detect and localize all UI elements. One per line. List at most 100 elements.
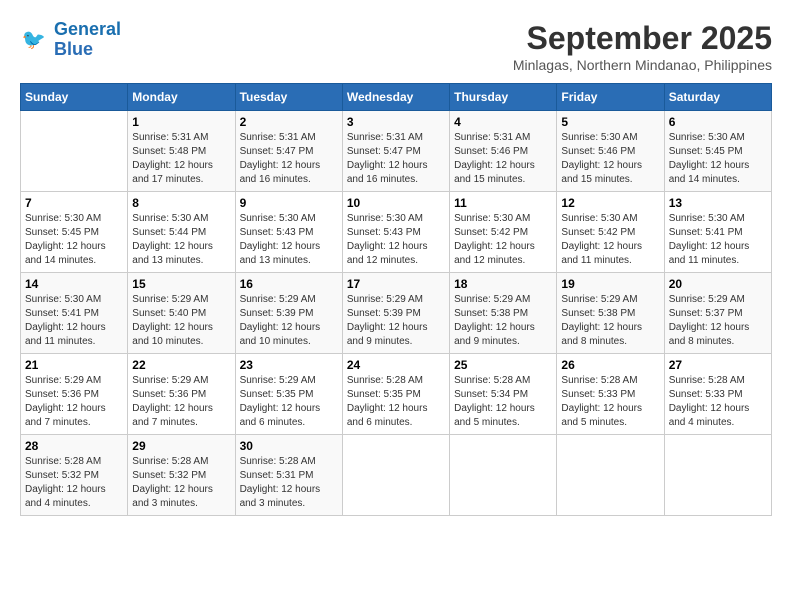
- day-info: Sunrise: 5:31 AM Sunset: 5:47 PM Dayligh…: [240, 131, 338, 187]
- page-header: 🐦 General Blue September 2025 Minlagas, …: [20, 20, 772, 73]
- day-number: 28: [25, 439, 123, 453]
- weekday-header-cell: Tuesday: [235, 84, 342, 111]
- day-info: Sunrise: 5:28 AM Sunset: 5:31 PM Dayligh…: [240, 455, 338, 511]
- calendar-week-row: 7 Sunrise: 5:30 AM Sunset: 5:45 PM Daylig…: [21, 192, 772, 273]
- calendar-day-cell: 24Sunrise: 5:28 AM Sunset: 5:35 PM Dayli…: [342, 354, 449, 435]
- calendar-day-cell: [342, 435, 449, 516]
- weekday-header-cell: Monday: [128, 84, 235, 111]
- calendar-day-cell: 3Sunrise: 5:31 AM Sunset: 5:47 PM Daylig…: [342, 111, 449, 192]
- weekday-header-row: SundayMondayTuesdayWednesdayThursdayFrid…: [21, 84, 772, 111]
- day-info: Sunrise: 5:29 AM Sunset: 5:35 PM Dayligh…: [240, 374, 338, 430]
- day-info: Sunrise: 5:31 AM Sunset: 5:48 PM Dayligh…: [132, 131, 230, 187]
- calendar-day-cell: 22 Sunrise: 5:29 AM Sunset: 5:36 PM Dayli…: [128, 354, 235, 435]
- day-number: 9: [240, 196, 338, 210]
- day-number: 16: [240, 277, 338, 291]
- day-info: Sunrise: 5:30 AM Sunset: 5:44 PM Dayligh…: [132, 212, 230, 268]
- day-number: 19: [561, 277, 659, 291]
- calendar-day-cell: 15 Sunrise: 5:29 AM Sunset: 5:40 PM Dayli…: [128, 273, 235, 354]
- day-info: Sunrise: 5:28 AM Sunset: 5:32 PM Dayligh…: [132, 455, 230, 511]
- day-number: 21: [25, 358, 123, 372]
- day-info: Sunrise: 5:28 AM Sunset: 5:33 PM Dayligh…: [561, 374, 659, 430]
- title-block: September 2025 Minlagas, Northern Mindan…: [513, 20, 772, 73]
- calendar-day-cell: 5 Sunrise: 5:30 AM Sunset: 5:46 PM Daylig…: [557, 111, 664, 192]
- day-number: 2: [240, 115, 338, 129]
- calendar-day-cell: 25 Sunrise: 5:28 AM Sunset: 5:34 PM Dayli…: [450, 354, 557, 435]
- day-info: Sunrise: 5:28 AM Sunset: 5:33 PM Dayligh…: [669, 374, 767, 430]
- day-number: 17: [347, 277, 445, 291]
- day-number: 24: [347, 358, 445, 372]
- calendar-day-cell: [557, 435, 664, 516]
- calendar-day-cell: [664, 435, 771, 516]
- calendar-day-cell: 20 Sunrise: 5:29 AM Sunset: 5:37 PM Dayli…: [664, 273, 771, 354]
- day-number: 23: [240, 358, 338, 372]
- day-info: Sunrise: 5:29 AM Sunset: 5:40 PM Dayligh…: [132, 293, 230, 349]
- day-info: Sunrise: 5:29 AM Sunset: 5:37 PM Dayligh…: [669, 293, 767, 349]
- weekday-header-cell: Friday: [557, 84, 664, 111]
- calendar-day-cell: 17 Sunrise: 5:29 AM Sunset: 5:39 PM Dayli…: [342, 273, 449, 354]
- day-info: Sunrise: 5:29 AM Sunset: 5:36 PM Dayligh…: [25, 374, 123, 430]
- day-number: 29: [132, 439, 230, 453]
- day-info: Sunrise: 5:29 AM Sunset: 5:38 PM Dayligh…: [454, 293, 552, 349]
- day-info: Sunrise: 5:29 AM Sunset: 5:39 PM Dayligh…: [347, 293, 445, 349]
- calendar-day-cell: 13Sunrise: 5:30 AM Sunset: 5:41 PM Dayli…: [664, 192, 771, 273]
- day-info: Sunrise: 5:28 AM Sunset: 5:34 PM Dayligh…: [454, 374, 552, 430]
- calendar-day-cell: 4Sunrise: 5:31 AM Sunset: 5:46 PM Daylig…: [450, 111, 557, 192]
- logo: 🐦 General Blue: [20, 20, 121, 60]
- day-info: Sunrise: 5:31 AM Sunset: 5:47 PM Dayligh…: [347, 131, 445, 187]
- location-subtitle: Minlagas, Northern Mindanao, Philippines: [513, 57, 772, 73]
- calendar-day-cell: 10Sunrise: 5:30 AM Sunset: 5:43 PM Dayli…: [342, 192, 449, 273]
- calendar-day-cell: 18 Sunrise: 5:29 AM Sunset: 5:38 PM Dayli…: [450, 273, 557, 354]
- month-title: September 2025: [513, 20, 772, 57]
- day-info: Sunrise: 5:30 AM Sunset: 5:41 PM Dayligh…: [25, 293, 123, 349]
- svg-text:🐦: 🐦: [22, 29, 46, 51]
- calendar-week-row: 21 Sunrise: 5:29 AM Sunset: 5:36 PM Dayli…: [21, 354, 772, 435]
- day-info: Sunrise: 5:31 AM Sunset: 5:46 PM Dayligh…: [454, 131, 552, 187]
- calendar-day-cell: 23 Sunrise: 5:29 AM Sunset: 5:35 PM Dayli…: [235, 354, 342, 435]
- day-info: Sunrise: 5:29 AM Sunset: 5:38 PM Dayligh…: [561, 293, 659, 349]
- day-number: 1: [132, 115, 230, 129]
- day-info: Sunrise: 5:28 AM Sunset: 5:32 PM Dayligh…: [25, 455, 123, 511]
- calendar-week-row: 28 Sunrise: 5:28 AM Sunset: 5:32 PM Dayli…: [21, 435, 772, 516]
- calendar-day-cell: [450, 435, 557, 516]
- day-info: Sunrise: 5:30 AM Sunset: 5:46 PM Dayligh…: [561, 131, 659, 187]
- day-number: 11: [454, 196, 552, 210]
- day-number: 13: [669, 196, 767, 210]
- calendar-day-cell: 1 Sunrise: 5:31 AM Sunset: 5:48 PM Daylig…: [128, 111, 235, 192]
- calendar-week-row: 1 Sunrise: 5:31 AM Sunset: 5:48 PM Daylig…: [21, 111, 772, 192]
- weekday-header-cell: Saturday: [664, 84, 771, 111]
- day-number: 22: [132, 358, 230, 372]
- day-number: 10: [347, 196, 445, 210]
- calendar-day-cell: 8 Sunrise: 5:30 AM Sunset: 5:44 PM Daylig…: [128, 192, 235, 273]
- day-number: 5: [561, 115, 659, 129]
- day-info: Sunrise: 5:30 AM Sunset: 5:42 PM Dayligh…: [561, 212, 659, 268]
- calendar-body: 1 Sunrise: 5:31 AM Sunset: 5:48 PM Daylig…: [21, 111, 772, 516]
- calendar-day-cell: 7 Sunrise: 5:30 AM Sunset: 5:45 PM Daylig…: [21, 192, 128, 273]
- day-number: 25: [454, 358, 552, 372]
- calendar-day-cell: 16 Sunrise: 5:29 AM Sunset: 5:39 PM Dayli…: [235, 273, 342, 354]
- day-number: 12: [561, 196, 659, 210]
- weekday-header-cell: Sunday: [21, 84, 128, 111]
- day-info: Sunrise: 5:29 AM Sunset: 5:39 PM Dayligh…: [240, 293, 338, 349]
- calendar-day-cell: 2 Sunrise: 5:31 AM Sunset: 5:47 PM Daylig…: [235, 111, 342, 192]
- day-number: 7: [25, 196, 123, 210]
- calendar-day-cell: 30 Sunrise: 5:28 AM Sunset: 5:31 PM Dayli…: [235, 435, 342, 516]
- day-number: 18: [454, 277, 552, 291]
- calendar-day-cell: [21, 111, 128, 192]
- day-number: 8: [132, 196, 230, 210]
- day-number: 30: [240, 439, 338, 453]
- weekday-header-cell: Wednesday: [342, 84, 449, 111]
- day-info: Sunrise: 5:30 AM Sunset: 5:45 PM Dayligh…: [25, 212, 123, 268]
- calendar-day-cell: 9Sunrise: 5:30 AM Sunset: 5:43 PM Daylig…: [235, 192, 342, 273]
- calendar-day-cell: 6Sunrise: 5:30 AM Sunset: 5:45 PM Daylig…: [664, 111, 771, 192]
- calendar-day-cell: 28 Sunrise: 5:28 AM Sunset: 5:32 PM Dayli…: [21, 435, 128, 516]
- day-info: Sunrise: 5:29 AM Sunset: 5:36 PM Dayligh…: [132, 374, 230, 430]
- day-number: 20: [669, 277, 767, 291]
- day-info: Sunrise: 5:30 AM Sunset: 5:42 PM Dayligh…: [454, 212, 552, 268]
- day-number: 26: [561, 358, 659, 372]
- calendar-day-cell: 12 Sunrise: 5:30 AM Sunset: 5:42 PM Dayli…: [557, 192, 664, 273]
- calendar-day-cell: 19 Sunrise: 5:29 AM Sunset: 5:38 PM Dayli…: [557, 273, 664, 354]
- calendar-week-row: 14Sunrise: 5:30 AM Sunset: 5:41 PM Dayli…: [21, 273, 772, 354]
- day-number: 15: [132, 277, 230, 291]
- calendar-day-cell: 29 Sunrise: 5:28 AM Sunset: 5:32 PM Dayli…: [128, 435, 235, 516]
- weekday-header-cell: Thursday: [450, 84, 557, 111]
